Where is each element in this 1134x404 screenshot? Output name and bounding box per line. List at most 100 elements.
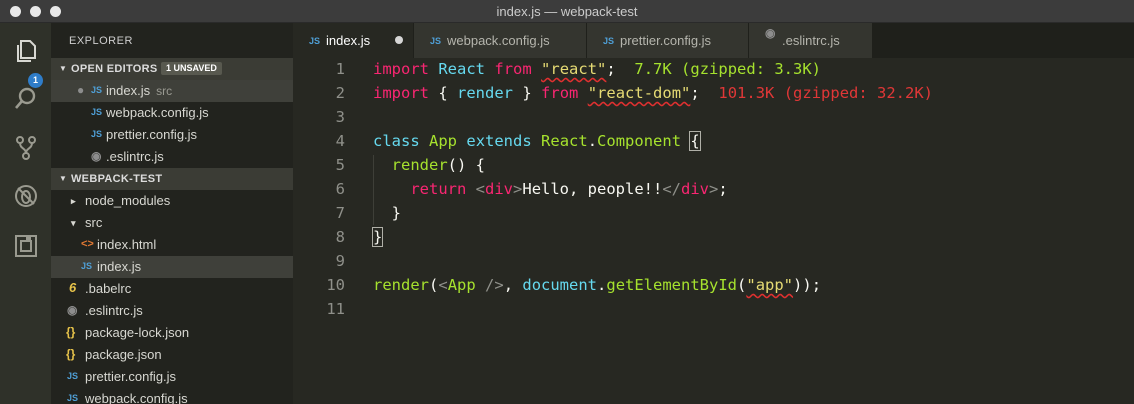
tree-item-label: index.js bbox=[97, 259, 142, 274]
tree-item[interactable]: JS webpack.config.js bbox=[51, 388, 293, 404]
line-number: 8 bbox=[335, 228, 345, 246]
babel-file-icon: 6 bbox=[69, 280, 77, 295]
explorer-title: EXPLORER bbox=[69, 35, 133, 47]
chevron-down-icon: ▼ bbox=[59, 64, 67, 73]
js-file-icon: JS bbox=[91, 85, 103, 95]
extensions-icon[interactable] bbox=[13, 233, 39, 259]
line-number: 9 bbox=[335, 252, 345, 270]
punctuation: ; bbox=[718, 180, 728, 198]
open-editor-item[interactable]: JS webpack.config.js bbox=[51, 102, 293, 124]
tree-item-label: package.json bbox=[85, 347, 162, 362]
code-line: 9 bbox=[293, 250, 1134, 274]
class-name: App bbox=[429, 132, 458, 150]
source-control-icon[interactable] bbox=[13, 135, 39, 161]
tab-prettier-config[interactable]: JS prettier.config.js bbox=[587, 23, 749, 58]
tree-item[interactable]: {} package-lock.json bbox=[51, 322, 293, 344]
debug-icon[interactable] bbox=[13, 183, 39, 209]
punctuation: > bbox=[513, 180, 523, 198]
tree-item-label: prettier.config.js bbox=[85, 369, 177, 384]
punctuation: < bbox=[475, 180, 486, 198]
open-editors-label: OPEN EDITORS bbox=[71, 63, 158, 75]
punctuation: } bbox=[391, 204, 402, 222]
chevron-right-icon: ▸ bbox=[71, 196, 76, 206]
punctuation: /> bbox=[475, 276, 504, 294]
tab-webpack-config[interactable]: JS webpack.config.js bbox=[414, 23, 587, 58]
tab-eslintrc[interactable]: ◉ .eslintrc.js bbox=[749, 23, 873, 58]
import-cost-label: 7.7K (gzipped: 3.3K) bbox=[634, 60, 822, 78]
jsx-text: Hello, people!! bbox=[522, 180, 663, 198]
jsx-tag: div bbox=[681, 180, 710, 198]
line-number: 3 bbox=[335, 108, 345, 126]
code-line: 4 class App extends React.Component { bbox=[293, 130, 1134, 154]
keyword: from bbox=[494, 60, 532, 78]
string-literal: "react" bbox=[541, 60, 607, 78]
tree-item[interactable]: ▸ node_modules bbox=[51, 190, 293, 212]
jsx-component: App bbox=[447, 276, 476, 294]
open-editor-item[interactable]: ● JS index.js src bbox=[51, 80, 293, 102]
title-bar: index.js — webpack-test bbox=[0, 0, 1134, 23]
matching-brace: { bbox=[689, 131, 701, 151]
open-editor-item[interactable]: ◉ .eslintrc.js bbox=[51, 146, 293, 168]
keyword: from bbox=[541, 84, 579, 102]
punctuation: . bbox=[587, 132, 598, 150]
identifier: React bbox=[438, 60, 486, 78]
project-folder-header[interactable]: ▼ WEBPACK-TEST bbox=[51, 168, 293, 190]
identifier: render bbox=[457, 84, 514, 102]
punctuation: ( bbox=[737, 276, 747, 294]
open-editor-item[interactable]: JS prettier.config.js bbox=[51, 124, 293, 146]
code-line: 11 bbox=[293, 298, 1134, 322]
punctuation: ; bbox=[606, 60, 616, 78]
tree-item[interactable]: <> index.html bbox=[51, 234, 293, 256]
files-icon[interactable] bbox=[13, 38, 39, 64]
punctuation: </ bbox=[662, 180, 682, 198]
tree-item[interactable]: JS prettier.config.js bbox=[51, 366, 293, 388]
identifier: Component bbox=[597, 132, 682, 150]
tree-item[interactable]: ▾ src bbox=[51, 212, 293, 234]
tree-item[interactable]: JS index.js bbox=[51, 256, 293, 278]
js-file-icon: JS bbox=[67, 393, 79, 403]
punctuation: )); bbox=[793, 276, 822, 294]
tree-item[interactable]: {} package.json bbox=[51, 344, 293, 366]
punctuation: . bbox=[597, 276, 607, 294]
search-icon[interactable] bbox=[13, 86, 39, 112]
punctuation: , bbox=[503, 276, 523, 294]
tab-index-js[interactable]: JS index.js bbox=[293, 23, 414, 58]
tree-item-label: node_modules bbox=[85, 193, 171, 208]
code-editor[interactable]: 1 import React from "react"; 7.7K (gzipp… bbox=[293, 58, 1134, 404]
unsaved-dot-icon[interactable] bbox=[395, 36, 403, 44]
tree-item-label: src bbox=[85, 215, 103, 230]
keyword: return bbox=[410, 180, 467, 198]
string-literal: "app" bbox=[746, 276, 794, 294]
keyword: import bbox=[373, 84, 429, 102]
chevron-down-icon: ▾ bbox=[71, 218, 76, 228]
js-file-icon: JS bbox=[309, 36, 321, 46]
punctuation: > bbox=[709, 180, 719, 198]
keyword: import bbox=[373, 60, 429, 78]
punctuation: () { bbox=[447, 156, 485, 174]
line-number: 1 bbox=[335, 60, 345, 78]
function-call: render bbox=[373, 276, 429, 294]
window-title: index.js — webpack-test bbox=[496, 4, 638, 19]
editor-tab-bar: JS index.js JS webpack.config.js JS pret… bbox=[293, 23, 1134, 58]
dirty-dot-icon[interactable]: ● bbox=[77, 83, 84, 97]
tab-label: webpack.config.js bbox=[447, 33, 550, 48]
open-editor-label: prettier.config.js bbox=[106, 127, 198, 142]
open-editor-label: webpack.config.js bbox=[106, 105, 209, 120]
line-number: 7 bbox=[335, 204, 345, 222]
tree-item[interactable]: ◉ .eslintrc.js bbox=[51, 300, 293, 322]
open-editors-header[interactable]: ▼ OPEN EDITORS 1 UNSAVED bbox=[51, 58, 293, 80]
js-file-icon: JS bbox=[91, 129, 103, 139]
line-number: 4 bbox=[335, 132, 345, 150]
tree-item[interactable]: 6 .babelrc bbox=[51, 278, 293, 300]
tree-item-label: .babelrc bbox=[85, 281, 132, 296]
code-line: 7 } bbox=[293, 202, 1134, 226]
code-line: 2 import { render } from "react-dom"; 10… bbox=[293, 82, 1134, 106]
punctuation: ( bbox=[429, 276, 439, 294]
eslint-file-icon: ◉ bbox=[67, 303, 78, 317]
html-file-icon: <> bbox=[81, 238, 94, 250]
code-line: 3 bbox=[293, 106, 1134, 130]
code-line: 8 } bbox=[293, 226, 1134, 250]
open-editor-label: index.js bbox=[106, 83, 151, 98]
tab-label: prettier.config.js bbox=[620, 33, 712, 48]
tree-item-label: package-lock.json bbox=[85, 325, 190, 340]
